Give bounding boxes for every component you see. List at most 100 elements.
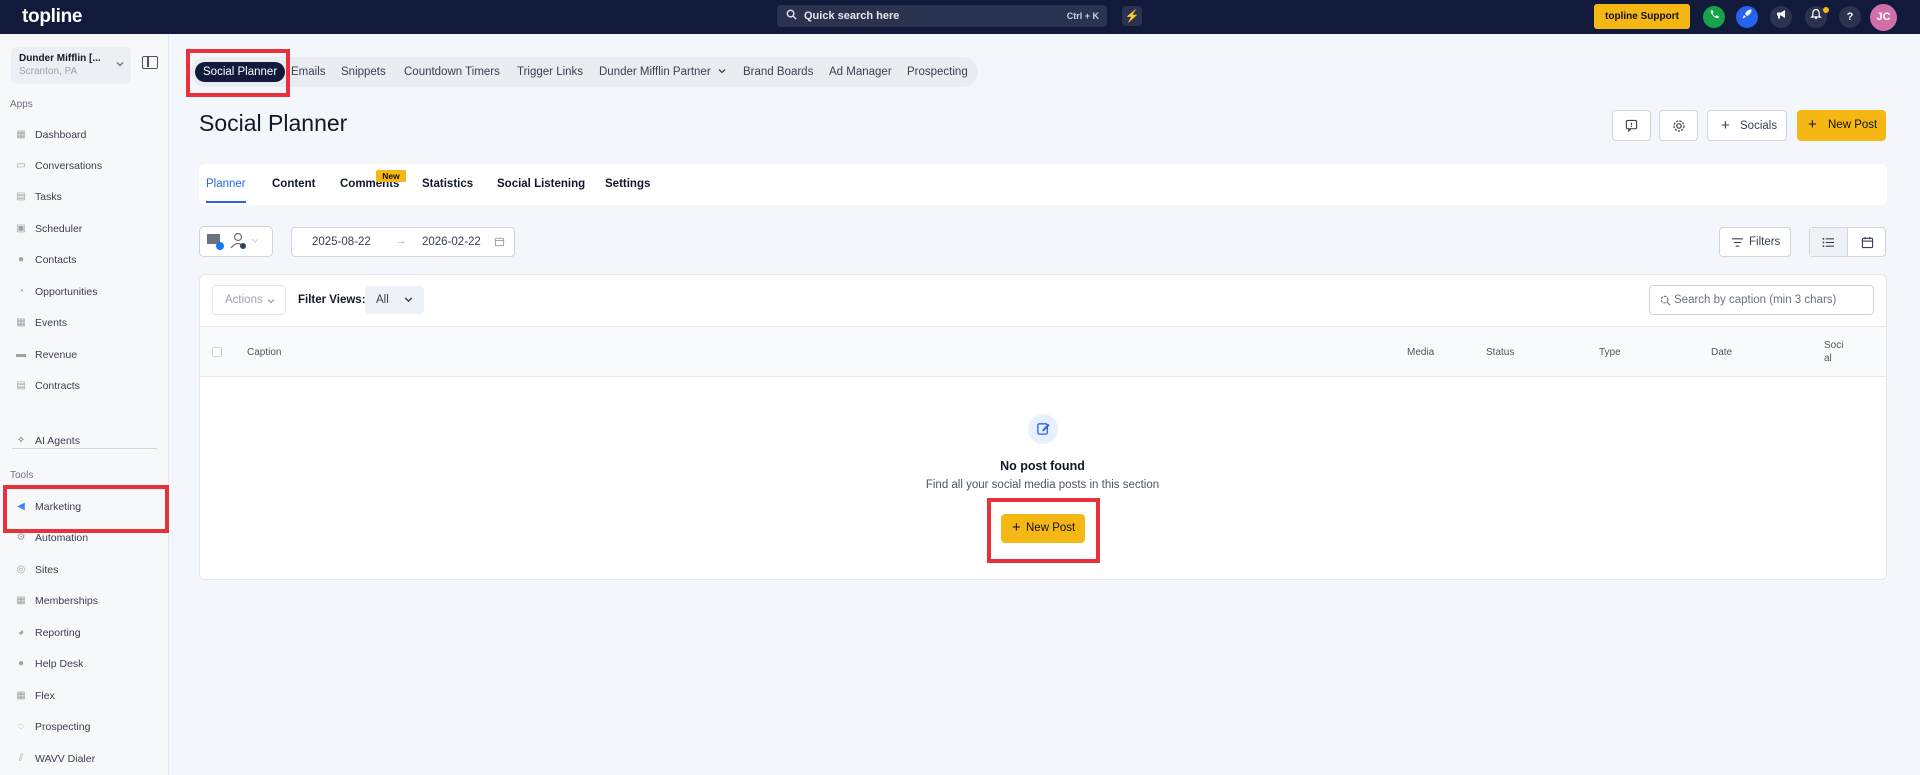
help-icon[interactable]: ? [1839,6,1861,28]
column-type: Type [1599,347,1621,358]
tasks-icon: ▤ [16,191,26,202]
column-caption: Caption [247,347,282,358]
account-selector[interactable] [199,226,273,257]
tab-snippets[interactable]: Snippets [341,62,386,82]
date-start: 2025-08-22 [312,236,371,248]
sites-icon: ◎ [16,564,26,575]
flex-icon: ▦ [16,690,26,701]
tab-trigger-links[interactable]: Trigger Links [517,62,583,82]
filter-views-select[interactable]: All [365,286,424,314]
sidebar-item-conversations[interactable]: ▭ Conversations [12,156,162,178]
sidebar-item-dashboard[interactable]: ▦ Dashboard [12,125,162,147]
sidebar-item-label: Events [35,317,68,329]
sidebar-item-label: Reporting [35,627,81,639]
calendar-icon [494,236,505,250]
sidebar-item-contracts[interactable]: ▤ Contracts [12,376,162,398]
sidebar-item-wavv-dialer[interactable]: ⫽ WAVV Dialer [12,749,162,771]
subtab-content[interactable]: Content [272,178,315,190]
sidebar-item-scheduler[interactable]: ▣ Scheduler [12,219,162,241]
sidebar-item-events[interactable]: ▦ Events [12,313,162,335]
column-date: Date [1711,347,1733,358]
avatar[interactable]: JC [1870,4,1897,31]
new-badge: New [376,170,406,182]
sidebar-collapse-icon[interactable] [142,56,158,69]
sidebar-item-ai-agents[interactable]: ✧ AI Agents [12,431,162,453]
date-end: 2026-02-22 [422,236,481,248]
automation-icon: ⚙ [16,532,26,543]
sidebar-item-label: Sites [35,564,59,576]
tab-social-planner[interactable]: Social Planner [195,62,286,82]
filters-label: Filters [1749,236,1781,248]
tab-brand-boards[interactable]: Brand Boards [743,62,813,82]
sidebar-item-help-desk[interactable]: ● Help Desk [12,654,162,676]
events-icon: ▦ [16,317,26,328]
lightning-icon[interactable]: ⚡ [1122,6,1142,26]
sidebar-item-flex[interactable]: ▦ Flex [12,686,162,708]
rocket-icon[interactable] [1736,6,1758,28]
select-all-checkbox[interactable] [212,347,222,357]
filters-button[interactable]: Filters [1719,227,1791,257]
caption-search-placeholder: Search by caption (min 3 chars) [1674,294,1837,306]
sidebar-item-label: Memberships [35,595,99,607]
brand-logo[interactable]: topline [22,6,82,28]
date-range-picker[interactable]: 2025-08-22 → 2026-02-22 [291,227,515,257]
sidebar-item-label: Dashboard [35,129,87,141]
support-button[interactable]: topline Support [1594,4,1690,29]
sidebar-item-opportunities[interactable]: ◔ Opportunities [12,282,162,304]
settings-button[interactable] [1659,110,1698,141]
list-view-button[interactable] [1810,228,1848,256]
sidebar-item-tasks[interactable]: ▤ Tasks [12,187,162,209]
empty-state-title: No post found [1000,459,1085,473]
reporting-icon: ◕ [17,627,25,638]
sparkle-icon: ✧ [16,435,26,446]
sidebar-item-label: Automation [35,532,89,544]
sidebar-item-label: Scheduler [35,223,83,235]
subtab-planner[interactable]: Planner [206,178,246,203]
location-switcher[interactable]: Dunder Mifflin [... Scranton, PA [11,47,131,84]
filter-views-value: All [376,294,389,306]
column-status: Status [1486,347,1515,358]
tab-ad-manager[interactable]: Ad Manager [829,62,892,82]
quick-search[interactable]: Quick search here Ctrl + K [777,5,1107,27]
phone-icon[interactable] [1703,6,1725,28]
search-icon [786,9,797,23]
sidebar-item-label: Opportunities [35,286,98,298]
subtab-social-listening[interactable]: Social Listening [497,178,585,190]
new-post-button[interactable]: + New Post [1797,110,1886,141]
sidebar-item-revenue[interactable]: ▬ Revenue [12,345,162,367]
sidebar-item-sites[interactable]: ◎ Sites [12,560,162,582]
sidebar-item-label: Conversations [35,160,103,172]
edit-icon [1028,414,1058,444]
actions-dropdown[interactable]: Actions [212,285,286,315]
tab-label: Dunder Mifflin Partner [599,66,711,78]
location-city: Scranton, PA [19,66,78,77]
megaphone-icon[interactable] [1770,6,1792,28]
sidebar-item-contacts[interactable]: ● Contacts [12,250,162,272]
sidebar-item-marketing[interactable]: ◀ Marketing [12,497,162,519]
tab-prospecting[interactable]: Prospecting [907,62,968,82]
sidebar-item-label: Contracts [35,380,80,392]
subtab-settings[interactable]: Settings [605,178,650,190]
contracts-icon: ▤ [16,380,26,391]
actions-label: Actions [225,294,263,306]
sidebar-item-memberships[interactable]: ▦ Memberships [12,591,162,613]
tab-countdown-timers[interactable]: Countdown Timers [404,62,500,82]
sidebar-item-reporting[interactable]: ◕ Reporting [12,623,162,645]
calendar-icon: ▣ [16,223,26,234]
tab-emails[interactable]: Emails [291,62,326,82]
add-socials-button[interactable]: + Socials [1707,110,1787,141]
empty-new-post-button[interactable]: + New Post [1001,514,1085,543]
sidebar-item-prospecting[interactable]: ◌ Prospecting [12,717,162,739]
sidebar-item-automation[interactable]: ⚙ Automation [12,528,162,550]
caption-search-input[interactable]: Search by caption (min 3 chars) [1649,285,1874,315]
view-toggle [1809,227,1886,257]
calendar-view-button[interactable] [1849,228,1886,256]
socials-label: Socials [1740,120,1778,132]
feedback-button[interactable] [1612,110,1651,141]
tab-dunder-mifflin-partner[interactable]: Dunder Mifflin Partner [599,62,727,82]
chevron-down-icon [714,66,727,78]
subtab-statistics[interactable]: Statistics [422,178,473,190]
sidebar-item-label: Revenue [35,349,78,361]
location-name: Dunder Mifflin [... [19,53,101,64]
sub-tabs: Planner Content Comments Statistics Soci… [199,164,1887,205]
